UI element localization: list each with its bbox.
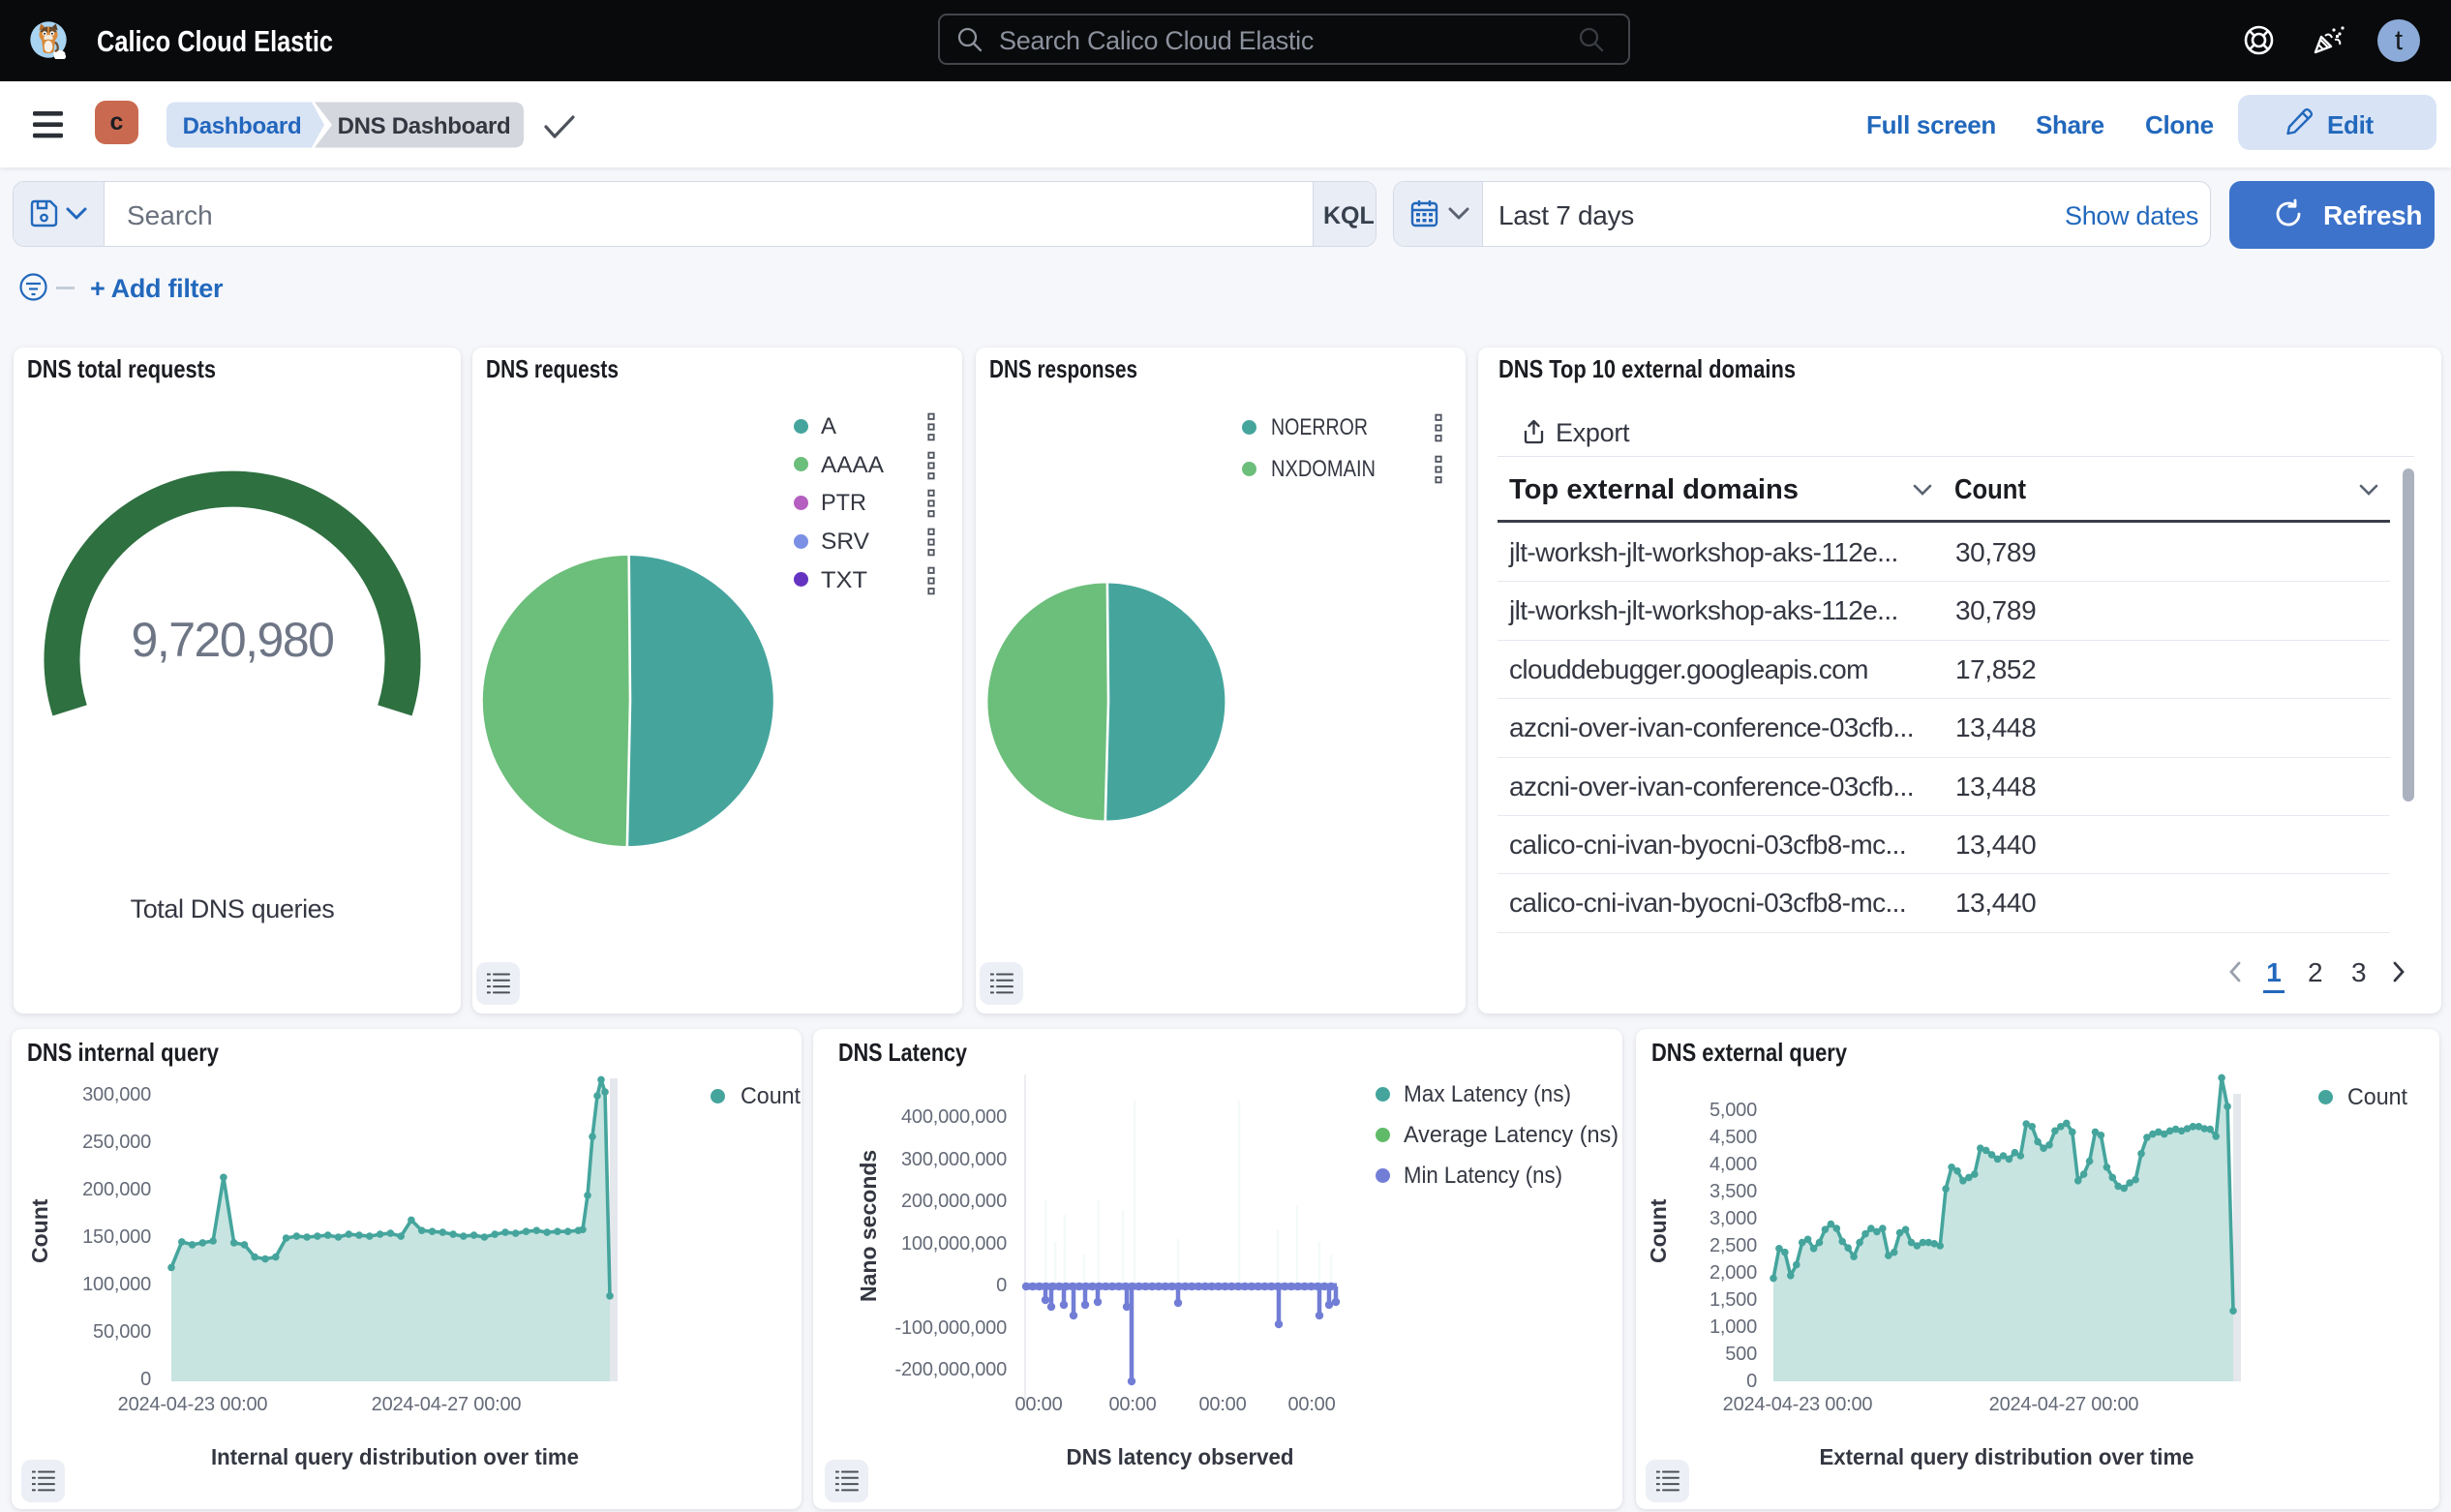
svg-text:Internal query distribution ov: Internal query distribution over time: [211, 1444, 579, 1469]
svg-text:A: A: [821, 413, 836, 439]
svg-text:TXT: TXT: [821, 567, 867, 593]
svg-text:Average Latency (ns): Average Latency (ns): [1404, 1122, 1619, 1148]
svg-text:Count: Count: [2347, 1084, 2407, 1110]
svg-text:DNS Top 10 external domains: DNS Top 10 external domains: [1498, 354, 1796, 383]
svg-text:Dashboard: Dashboard: [183, 113, 302, 139]
svg-text:DNS latency observed: DNS latency observed: [1067, 1444, 1294, 1469]
svg-text:Top external domains: Top external domains: [1509, 474, 1799, 505]
svg-text:Count: Count: [741, 1083, 801, 1109]
svg-text:Count: Count: [1954, 474, 2026, 505]
svg-text:NOERROR: NOERROR: [1271, 414, 1368, 440]
svg-text:AAAA: AAAA: [821, 452, 884, 478]
svg-text:Max Latency (ns): Max Latency (ns): [1404, 1081, 1571, 1107]
svg-text:External query distribution ov: External query distribution over time: [1820, 1444, 2194, 1469]
svg-text:PTR: PTR: [821, 490, 866, 516]
svg-text:Min Latency (ns): Min Latency (ns): [1404, 1163, 1562, 1189]
svg-text:Total DNS queries: Total DNS queries: [131, 894, 335, 923]
svg-text:NXDOMAIN: NXDOMAIN: [1271, 456, 1376, 482]
svg-text:9,720,980: 9,720,980: [132, 613, 334, 667]
svg-text:Calico Cloud Elastic: Calico Cloud Elastic: [97, 24, 333, 58]
svg-text:DNS Dashboard: DNS Dashboard: [338, 113, 511, 139]
svg-text:SRV: SRV: [821, 529, 869, 555]
